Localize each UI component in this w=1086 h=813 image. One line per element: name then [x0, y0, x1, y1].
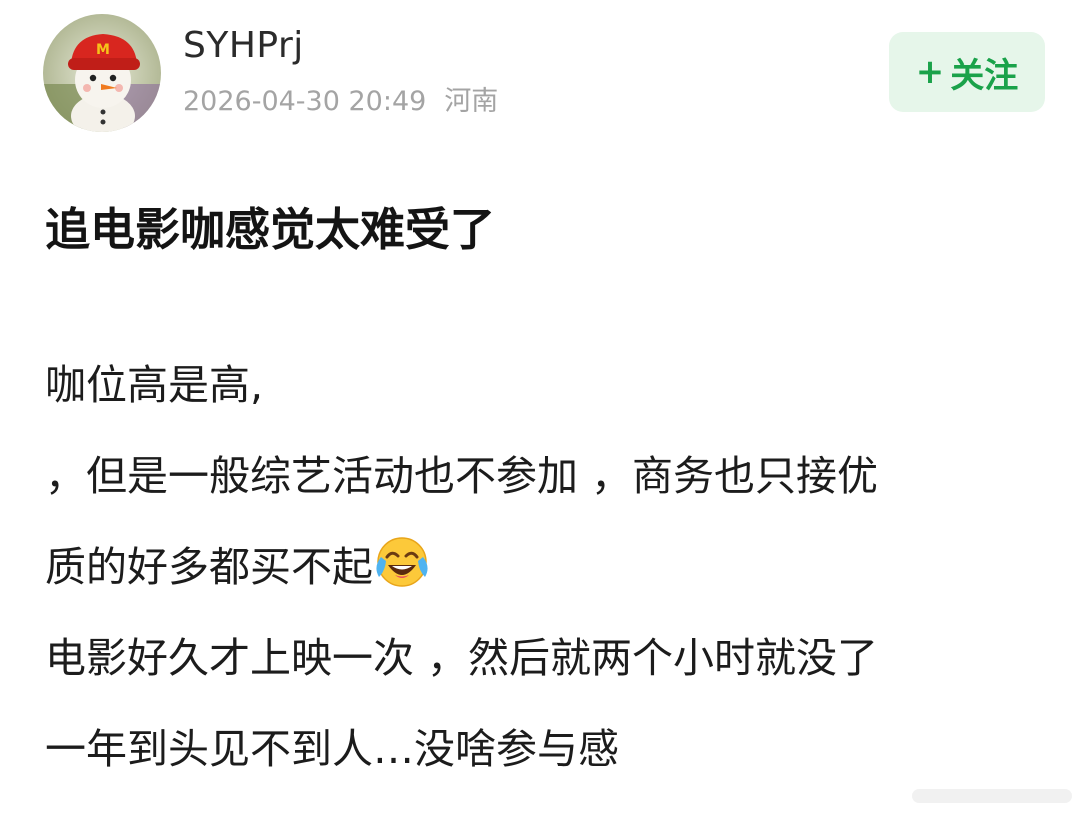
post-body-line: 一年到头见不到人…没啥参与感 [45, 725, 619, 773]
post-body-line: ，但是一般综艺活动也不参加 ，商务也只接优 [45, 452, 879, 500]
post-body-line: 电影好久才上映一次 ，然后就两个小时就没了 [45, 634, 879, 682]
post-body-line: 咖位高是高, [45, 361, 264, 409]
follow-label: 关注 [950, 55, 1019, 96]
post-body-line: 质的好多都买不起 [45, 522, 1055, 613]
post-title: 追电影咖感觉太难受了 [45, 203, 496, 256]
follow-button[interactable]: + 关注 [889, 32, 1045, 112]
plus-icon: + [915, 52, 945, 92]
post-body-line-text: 质的好多都买不起 [45, 543, 373, 591]
username[interactable]: SYHPrj [183, 22, 304, 70]
face-with-tears-of-joy-icon [376, 537, 428, 587]
snowman-avatar-icon: M [43, 14, 161, 132]
post-meta: 2026-04-30 20:49 河南 [183, 82, 498, 122]
post-card: M SYHPrj 2026-04-30 20:49 河南 + 关注 追电影咖感觉太难… [0, 0, 1086, 813]
post-timestamp: 2026-04-30 20:49 [183, 86, 427, 117]
post-body: 咖位高是高, ，但是一般综艺活动也不参加 ，商务也只接优 质的好多都买不起 电影… [45, 340, 1055, 795]
avatar[interactable]: M [43, 14, 161, 132]
watermark-icon [912, 789, 1072, 803]
post-location: 河南 [444, 86, 499, 117]
svg-text:M: M [96, 42, 110, 58]
